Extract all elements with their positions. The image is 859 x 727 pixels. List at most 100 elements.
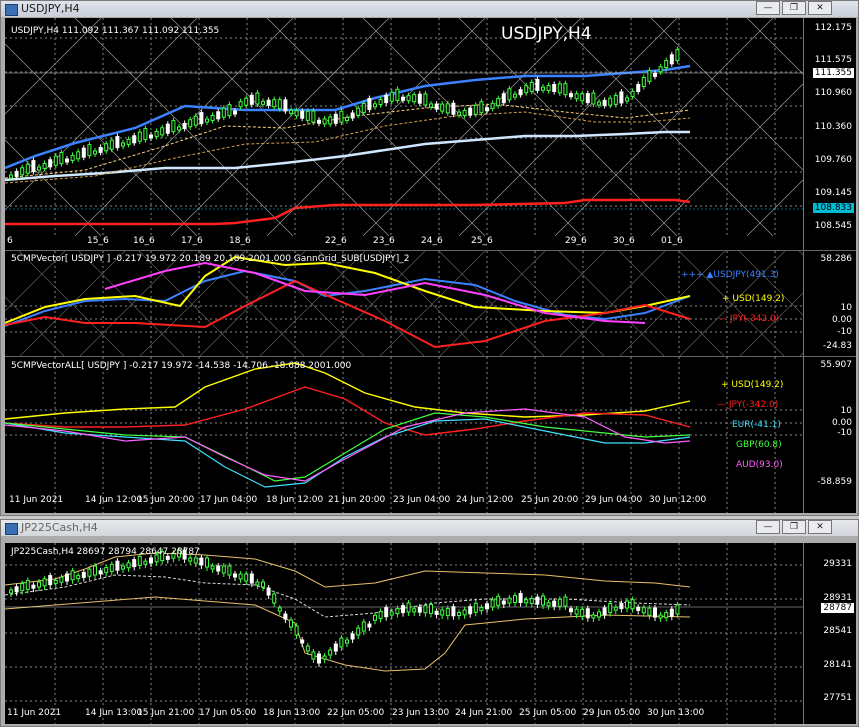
candle-body bbox=[9, 589, 13, 594]
candle-body bbox=[401, 605, 405, 614]
candle-body bbox=[602, 607, 607, 616]
price-tick: 108.545 bbox=[814, 221, 852, 231]
candle-body bbox=[473, 104, 478, 115]
candle-body bbox=[305, 645, 310, 652]
price-tick: 28541 bbox=[823, 626, 852, 636]
candle-body bbox=[283, 99, 288, 112]
current-price-label: 111.355 bbox=[812, 68, 854, 78]
jp225-chart-area[interactable]: JP225Cash,H4 28697 28794 28647 28787 293… bbox=[5, 543, 856, 724]
main-chart-window: USDJPY,H4 — ❐ ✕ USDJPY,H4 111.092 111.36… bbox=[0, 0, 859, 516]
candle-body bbox=[20, 167, 25, 176]
date-tick: 25_6 bbox=[471, 236, 493, 246]
price-scale[interactable]: 112.175 111.575 110.960 110.360 109.760 … bbox=[803, 18, 856, 250]
candle-body bbox=[311, 651, 316, 660]
candle-body bbox=[109, 139, 114, 150]
candle-body bbox=[132, 135, 137, 144]
candle-body bbox=[541, 86, 545, 91]
main-window-titlebar[interactable]: USDJPY,H4 — ❐ ✕ bbox=[1, 1, 858, 17]
main-chart-area[interactable]: USDJPY,H4 111.092 111.367 111.092 111.35… bbox=[5, 18, 856, 513]
candle-body bbox=[345, 117, 349, 122]
time-tick: 23 Jun 04:00 bbox=[393, 495, 451, 505]
candle-body bbox=[266, 99, 271, 106]
candle-body bbox=[205, 118, 209, 123]
candle-body bbox=[350, 112, 355, 119]
candle-body bbox=[87, 144, 92, 157]
time-tick: 23 Jun 13:00 bbox=[392, 708, 450, 718]
candle-body bbox=[294, 625, 299, 636]
candle-body bbox=[597, 101, 601, 106]
candle-body bbox=[37, 166, 41, 171]
candle-body bbox=[199, 112, 204, 125]
candle-body bbox=[311, 110, 316, 123]
price-pane[interactable]: USDJPY,H4 111.092 111.367 111.092 111.35… bbox=[5, 18, 856, 251]
minimize-button[interactable]: — bbox=[756, 520, 780, 534]
time-tick: 15 Jun 21:00 bbox=[137, 708, 195, 718]
close-button[interactable]: ✕ bbox=[808, 520, 832, 534]
date-tick: 18_6 bbox=[229, 236, 251, 246]
candle-body bbox=[317, 119, 321, 124]
candle-body bbox=[641, 76, 646, 87]
candle-body bbox=[451, 102, 456, 115]
jp225-window-title: JP225Cash,H4 bbox=[21, 521, 98, 534]
candle-body bbox=[653, 607, 657, 618]
candle-body bbox=[664, 612, 669, 619]
indicator1-scale[interactable]: 58.286 10 0.00 -10 -24.83 bbox=[803, 251, 856, 356]
time-tick: 22 Jun 05:00 bbox=[327, 708, 385, 718]
time-tick: 17 Jun 04:00 bbox=[200, 495, 258, 505]
candle-body bbox=[585, 608, 590, 619]
candle-body bbox=[591, 614, 596, 619]
date-tick: 23_6 bbox=[373, 236, 395, 246]
candle-body bbox=[675, 604, 680, 615]
candle-body bbox=[59, 576, 64, 583]
candle-body bbox=[613, 606, 618, 611]
candle-body bbox=[14, 586, 19, 593]
jp225-window-titlebar[interactable]: JP225Cash,H4 — ❐ ✕ bbox=[1, 520, 858, 536]
scale-tick: 10 bbox=[840, 406, 852, 416]
indicator-pane-1[interactable]: 5CMPVector[ USDJPY ] -0.217 19.972 20.18… bbox=[5, 251, 856, 357]
price-tick: 109.760 bbox=[814, 155, 852, 165]
candle-body bbox=[238, 101, 243, 108]
lower-band-line bbox=[5, 130, 690, 182]
candle-body bbox=[149, 557, 153, 564]
close-button[interactable]: ✕ bbox=[808, 1, 832, 15]
date-tick: 29_6 bbox=[565, 236, 587, 246]
candle-body bbox=[143, 560, 148, 565]
date-tick: 24_6 bbox=[421, 236, 443, 246]
candle-body bbox=[322, 118, 327, 125]
minimize-button[interactable]: — bbox=[756, 1, 780, 15]
candle-body bbox=[490, 102, 495, 109]
indicator2-legend: EUR(-41.1) bbox=[732, 420, 781, 430]
candle-body bbox=[126, 138, 131, 145]
restore-button[interactable]: ❐ bbox=[782, 1, 806, 15]
time-tick: 21 Jun 20:00 bbox=[328, 495, 386, 505]
indicator2-scale[interactable]: 55.907 10 0.00 -10 -58.859 bbox=[803, 357, 856, 513]
jp-lower-band bbox=[5, 596, 691, 672]
candle-body bbox=[233, 110, 237, 115]
candle-body bbox=[429, 603, 433, 614]
candle-body bbox=[277, 607, 282, 612]
candle-body bbox=[48, 159, 53, 168]
candle-body bbox=[20, 583, 25, 592]
indicator-pane-2[interactable]: 5CMPVectorALL[ USDJPY ] -0.217 19.972 -1… bbox=[5, 357, 856, 513]
candle-body bbox=[137, 131, 142, 142]
candle-body bbox=[98, 146, 103, 153]
time-tick: 14 Jun 12:00 bbox=[85, 495, 143, 505]
candle-body bbox=[31, 160, 36, 173]
candle-body bbox=[552, 83, 557, 92]
price-tick: 112.175 bbox=[814, 23, 852, 33]
candle-body bbox=[641, 607, 646, 614]
restore-button[interactable]: ❐ bbox=[782, 520, 806, 534]
candle-body bbox=[154, 130, 159, 137]
candle-body bbox=[238, 573, 243, 580]
candle-body bbox=[216, 111, 221, 120]
candle-body bbox=[580, 608, 585, 617]
time-tick: 29 Jun 04:00 bbox=[585, 495, 643, 505]
scale-tick: -24.83 bbox=[822, 341, 852, 351]
candle-body bbox=[216, 565, 221, 572]
candle-body bbox=[42, 578, 47, 587]
candle-body bbox=[608, 97, 613, 106]
time-tick: 18 Jun 12:00 bbox=[266, 495, 324, 505]
jp225-price-scale[interactable]: 29331 28931 28541 28141 27751 28787 bbox=[803, 543, 856, 724]
jp225-time-axis-row: 11 Jun 2021 14 Jun 13:00 15 Jun 21:00 17… bbox=[5, 708, 804, 722]
candle-body bbox=[65, 573, 69, 582]
